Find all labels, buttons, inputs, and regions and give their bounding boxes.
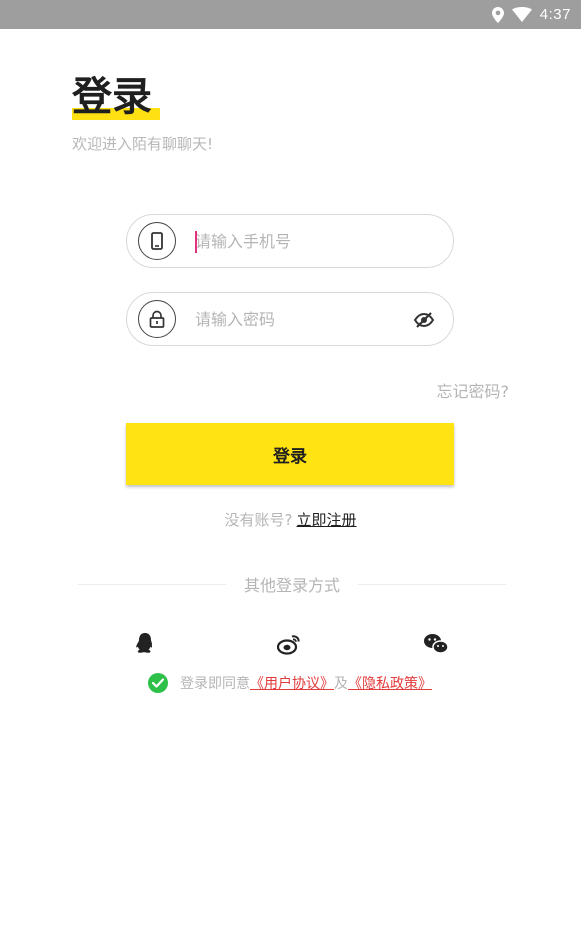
page-header: 登录: [72, 74, 160, 120]
agreement-row: 登录即同意 《用户协议》及《隐私政策》: [148, 673, 432, 693]
password-input[interactable]: [193, 308, 393, 330]
page-title: 登录: [72, 74, 152, 120]
user-agreement-link[interactable]: 《用户协议》: [250, 673, 334, 693]
page-subtitle: 欢迎进入陌有聊聊天!: [72, 135, 214, 153]
status-bar: 4:37: [0, 0, 581, 29]
login-button[interactable]: 登录: [126, 423, 454, 485]
other-login-label: 其他登录方式: [244, 576, 341, 595]
password-field[interactable]: [126, 292, 454, 346]
wifi-icon: [511, 7, 532, 22]
other-login-divider: 其他登录方式: [78, 572, 507, 596]
register-link[interactable]: 立即注册: [296, 511, 356, 529]
qq-icon[interactable]: [132, 631, 158, 657]
register-row: 没有账号? 立即注册: [0, 509, 581, 530]
agreement-checkbox[interactable]: [148, 673, 168, 693]
register-prompt: 没有账号?: [224, 511, 293, 529]
phone-icon: [138, 222, 176, 260]
text-cursor: [195, 231, 197, 253]
location-icon: [491, 6, 504, 23]
weibo-icon[interactable]: [277, 631, 303, 657]
divider-line-left: [78, 583, 226, 585]
agreement-and: 及: [334, 676, 348, 692]
status-time: 4:37: [539, 6, 571, 23]
agreement-prefix: 登录即同意: [180, 676, 250, 692]
divider-line-right: [358, 583, 507, 585]
wechat-icon[interactable]: [423, 631, 449, 657]
privacy-policy-link[interactable]: 《隐私政策》: [348, 673, 432, 693]
eye-off-icon[interactable]: [413, 310, 435, 330]
lock-icon: [138, 300, 176, 338]
phone-input[interactable]: [193, 230, 393, 252]
forgot-password-link[interactable]: 忘记密码?: [437, 378, 510, 402]
phone-field[interactable]: [126, 214, 454, 268]
